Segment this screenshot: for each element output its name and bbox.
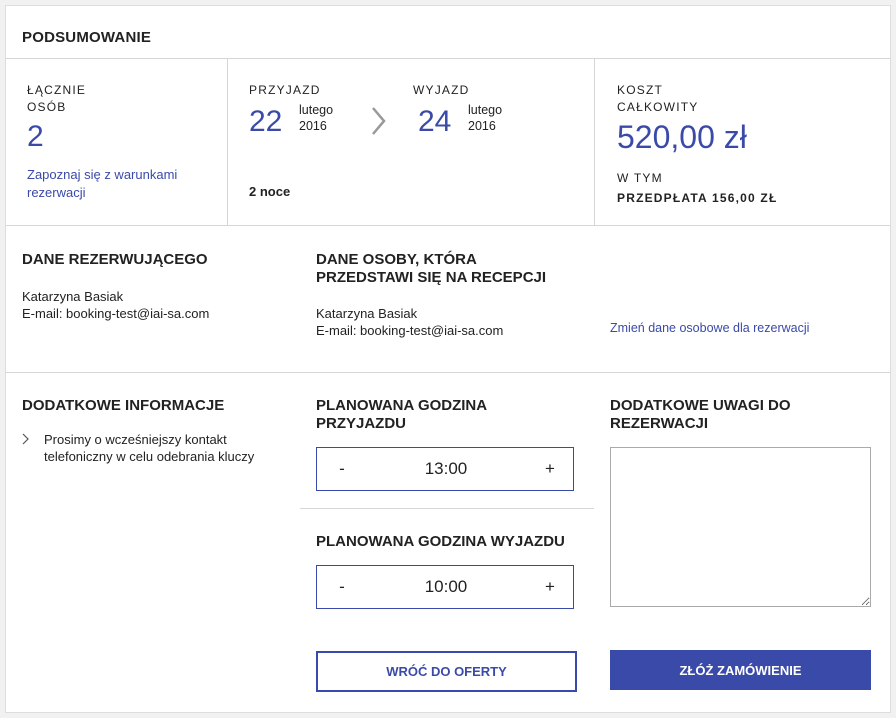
booker-name: Katarzyna Basiak xyxy=(22,289,124,304)
extra-info-item: Prosimy o wcześniejszy kontakt telefonic… xyxy=(44,432,255,464)
divider xyxy=(227,58,228,225)
notes-textarea[interactable] xyxy=(610,447,871,607)
submit-order-button[interactable]: ZŁÓŻ ZAMÓWIENIE xyxy=(610,650,871,690)
arrival-time-stepper[interactable]: - 13:00 + xyxy=(316,447,574,491)
arrival-time-decrement-button[interactable]: - xyxy=(335,459,349,479)
booker-title: DANE REZERWUJĄCEGO xyxy=(22,251,208,268)
guest-name: Katarzyna Basiak xyxy=(316,306,418,321)
departure-month: lutego xyxy=(468,103,503,117)
prepayment-value: PRZEDPŁATA 156,00 ZŁ xyxy=(617,191,778,205)
terms-link[interactable]: Zapoznaj się z warunkami rezerwacji xyxy=(27,166,177,202)
departure-time-title: PLANOWANA GODZINA WYJAZDU xyxy=(316,533,565,550)
divider xyxy=(6,225,890,226)
departure-year: 2016 xyxy=(468,119,496,133)
booking-summary-card: PODSUMOWANIE ŁĄCZNIE OSÓB 2 Zapoznaj się… xyxy=(5,5,891,713)
extra-info-title: DODATKOWE INFORMACJE xyxy=(22,397,225,414)
departure-day: 24 xyxy=(418,105,452,138)
cost-value: 520,00 zł xyxy=(617,119,747,155)
guest-title: DANE OSOBY, KTÓRA PRZEDSTAWI SIĘ NA RECE… xyxy=(316,251,547,286)
guests-label: ŁĄCZNIE OSÓB xyxy=(27,83,87,114)
divider xyxy=(6,372,890,373)
departure-time-value: 10:00 xyxy=(424,577,468,596)
divider xyxy=(6,58,890,59)
departure-time-increment-button[interactable]: + xyxy=(543,577,557,597)
cost-label: KOSZT CAŁKOWITY xyxy=(617,83,699,114)
booker-email: E-mail: booking-test@iai-sa.com xyxy=(22,306,210,321)
change-data-link[interactable]: Zmień dane osobowe dla rezerwacji xyxy=(610,319,809,337)
back-to-offer-button[interactable]: WRÓĆ DO OFERTY xyxy=(316,651,577,692)
departure-time-stepper[interactable]: - 10:00 + xyxy=(316,565,574,609)
arrival-time-value: 13:00 xyxy=(424,459,468,478)
arrival-day: 22 xyxy=(249,105,283,138)
nights-count: 2 noce xyxy=(249,184,291,199)
chevron-right-icon xyxy=(370,106,386,141)
departure-time-decrement-button[interactable]: - xyxy=(335,577,349,597)
departure-label: WYJAZD xyxy=(413,83,470,97)
summary-title: PODSUMOWANIE xyxy=(22,29,152,46)
guests-count: 2 xyxy=(27,120,44,153)
arrival-time-increment-button[interactable]: + xyxy=(543,459,557,479)
included-label: W TYM xyxy=(617,171,663,185)
notes-title: DODATKOWE UWAGI DO REZERWACJI xyxy=(610,397,791,432)
arrival-time-title: PLANOWANA GODZINA PRZYJAZDU xyxy=(316,397,488,432)
arrival-year: 2016 xyxy=(299,119,327,133)
arrival-label: PRZYJAZD xyxy=(249,83,321,97)
divider xyxy=(594,58,595,225)
chevron-right-icon xyxy=(22,432,29,450)
guest-email: E-mail: booking-test@iai-sa.com xyxy=(316,323,504,338)
arrival-month: lutego xyxy=(299,103,334,117)
divider xyxy=(300,508,594,509)
